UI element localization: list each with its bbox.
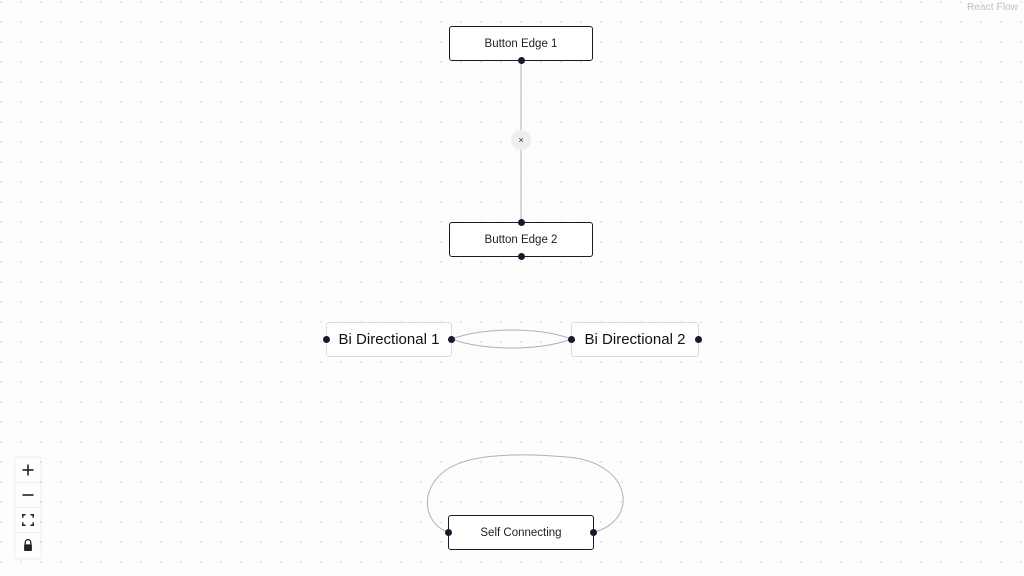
node-label: Bi Directional 1 — [338, 331, 440, 348]
handle-right-icon[interactable] — [590, 529, 597, 536]
handle-left-icon[interactable] — [323, 336, 330, 343]
node-button-edge-2[interactable]: Button Edge 2 — [449, 219, 593, 260]
react-flow-attribution[interactable]: React Flow — [967, 2, 1018, 13]
node-self-connecting[interactable]: Self Connecting — [445, 515, 597, 550]
fit-view-button[interactable] — [16, 508, 40, 533]
node-label: Button Edge 1 — [484, 37, 558, 50]
minus-icon — [22, 494, 34, 496]
plus-icon — [22, 464, 34, 476]
handle-right-icon[interactable] — [695, 336, 702, 343]
react-flow-canvas[interactable]: × Button Edge 1 Button Edge 2 Bi Directi… — [0, 0, 1024, 576]
handle-left-icon[interactable] — [568, 336, 575, 343]
fit-view-icon — [22, 514, 34, 526]
lock-icon — [24, 539, 32, 551]
zoom-out-button[interactable] — [16, 483, 40, 508]
node-label: Self Connecting — [480, 526, 562, 539]
handle-left-icon[interactable] — [445, 529, 452, 536]
node-bi-directional-2[interactable]: Bi Directional 2 — [568, 322, 702, 357]
edge-button-wrapper: × — [511, 130, 531, 150]
edge-bidirectional-bottom — [451, 338, 572, 349]
node-label: Button Edge 2 — [484, 233, 558, 246]
node-button-edge-1[interactable]: Button Edge 1 — [449, 26, 593, 64]
handle-top-icon[interactable] — [517, 219, 525, 226]
edge-delete-button[interactable]: × — [511, 130, 531, 150]
handle-bottom-icon[interactable] — [517, 253, 525, 260]
handle-right-icon[interactable] — [448, 336, 455, 343]
node-label: Bi Directional 2 — [584, 331, 686, 348]
node-bi-directional-1[interactable]: Bi Directional 1 — [323, 322, 455, 357]
edge-bidirectional-top — [451, 329, 572, 340]
edges-layer — [427, 61, 624, 533]
handle-bottom-icon[interactable] — [517, 57, 525, 64]
lock-button[interactable] — [16, 533, 40, 558]
zoom-in-button[interactable] — [16, 458, 40, 483]
controls-panel — [16, 458, 40, 558]
